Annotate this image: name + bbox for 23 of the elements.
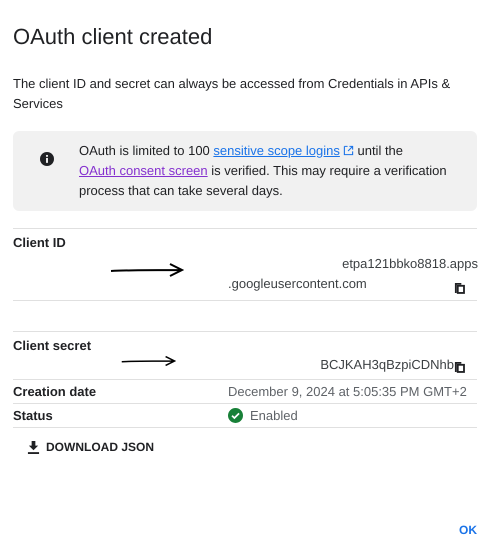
- download-button[interactable]: DOWNLOAD JSON: [27, 436, 154, 458]
- field-label: Status: [13, 408, 54, 423]
- field-label: Creation date: [13, 384, 98, 399]
- consent-screen-link[interactable]: OAuth consent screen: [79, 163, 208, 178]
- arrow-icon: [121, 354, 176, 368]
- download-icon: [27, 440, 40, 454]
- field-value: .googleusercontent.com: [228, 275, 367, 293]
- field-label: Client secret: [13, 337, 92, 353]
- info-icon: [40, 152, 54, 166]
- scope-logins-link[interactable]: sensitive scope logins: [213, 143, 354, 158]
- description: The client ID and secret can always be accessed from Credentials in APIs & Services: [13, 75, 452, 113]
- field-value: etpa121bbko8818.apps: [342, 255, 478, 273]
- ok-button[interactable]: OK: [459, 519, 477, 541]
- field-value: BCJKAH3qBzpiCDNhb: [320, 356, 454, 374]
- field-label: Client ID: [13, 234, 67, 250]
- external-link-icon: [342, 145, 354, 156]
- status-value: Enabled: [250, 408, 298, 423]
- copy-icon[interactable]: [454, 361, 465, 373]
- notice-text: OAuth is limited to 100 sensitive scope logins until the OAuth consent screen is verified. This may require a verification process that can take several days.: [79, 142, 448, 200]
- field-value: December 9, 2024 at 5:05:35 PM GMT+2: [228, 384, 467, 399]
- dialog-title: OAuth client created: [13, 24, 214, 50]
- arrow-icon: [110, 263, 184, 277]
- copy-icon[interactable]: [454, 282, 465, 294]
